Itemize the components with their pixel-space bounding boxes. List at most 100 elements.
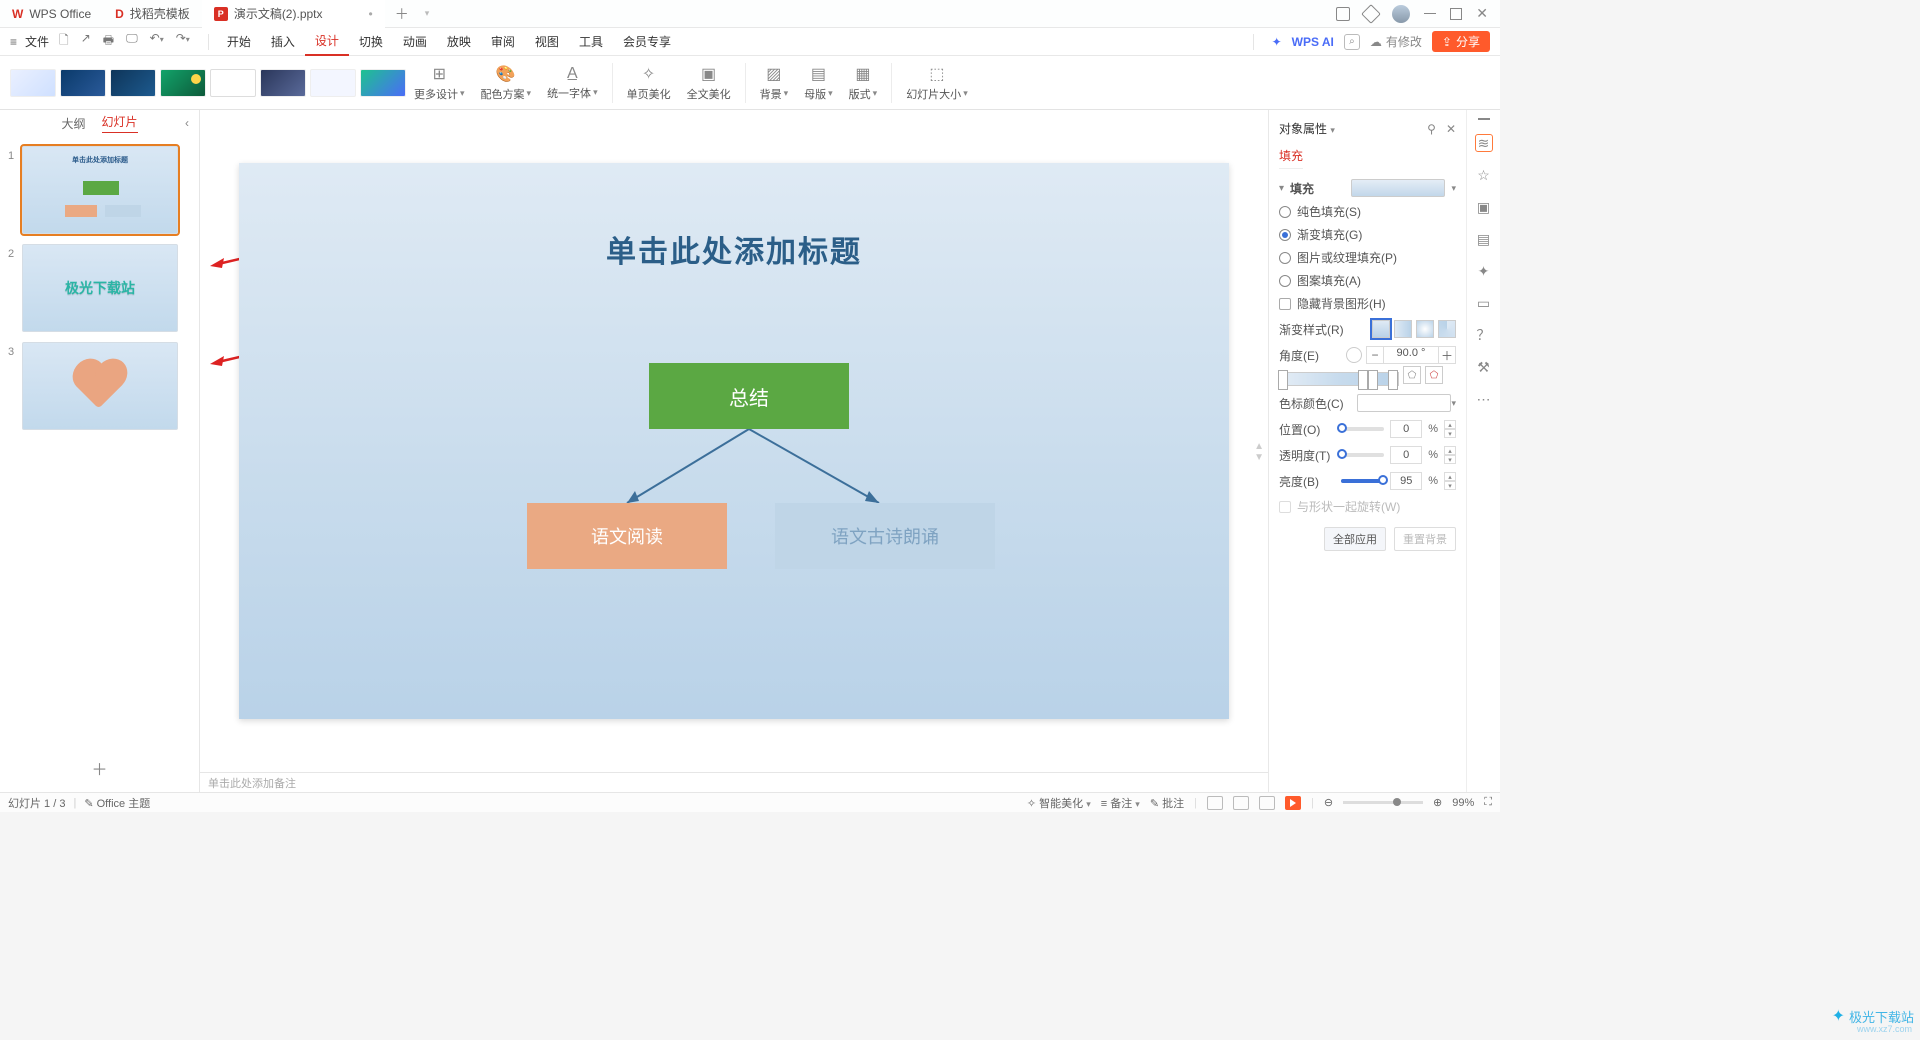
step-down[interactable]: ▾ bbox=[1444, 481, 1456, 490]
rail-magic-icon[interactable]: ✦ bbox=[1475, 262, 1493, 280]
smartart-child-box[interactable]: 语文古诗朗诵 bbox=[775, 503, 995, 569]
menu-member[interactable]: 会员专享 bbox=[613, 28, 681, 56]
menu-review[interactable]: 审阅 bbox=[481, 28, 525, 56]
print-preview-icon[interactable]: 🖵 bbox=[126, 31, 138, 52]
background-button[interactable]: ▨ 背景▾ bbox=[752, 64, 797, 102]
smartart-child-box[interactable]: 语文阅读 bbox=[527, 503, 727, 569]
slide-thumbnail-3[interactable] bbox=[22, 342, 178, 430]
decrement-button[interactable]: − bbox=[1366, 346, 1384, 364]
slide-thumb-row[interactable]: 3 bbox=[8, 342, 191, 430]
rail-tools-icon[interactable]: ⚒ bbox=[1475, 358, 1493, 376]
redo-icon[interactable]: ↷▾ bbox=[176, 31, 190, 52]
reading-view-icon[interactable] bbox=[1259, 796, 1275, 810]
tab-doker-templates[interactable]: D 找稻壳模板 bbox=[103, 0, 202, 28]
menu-tools[interactable]: 工具 bbox=[569, 28, 613, 56]
add-stop-icon[interactable]: ⬠ bbox=[1403, 366, 1421, 384]
sorter-view-icon[interactable] bbox=[1233, 796, 1249, 810]
theme-indicator[interactable]: ✎ Office 主题 bbox=[84, 795, 150, 811]
share-button[interactable]: ⇪ 分享 bbox=[1432, 31, 1490, 52]
collapse-icon[interactable]: ▾ bbox=[1279, 183, 1284, 194]
menu-slideshow[interactable]: 放映 bbox=[437, 28, 481, 56]
fill-preview-swatch[interactable] bbox=[1351, 179, 1445, 197]
brightness-value[interactable]: 95 bbox=[1390, 472, 1422, 490]
menu-design[interactable]: 设计 bbox=[305, 28, 349, 56]
comments-toggle[interactable]: ✎ 批注 bbox=[1150, 795, 1184, 811]
gradient-stop[interactable] bbox=[1278, 370, 1288, 390]
step-up[interactable]: ▴ bbox=[1444, 472, 1456, 481]
color-scheme-button[interactable]: 🎨 配色方案▾ bbox=[473, 64, 540, 102]
angle-input[interactable]: − 90.0 ° ＋ bbox=[1366, 346, 1456, 364]
gradient-linear-v[interactable] bbox=[1372, 320, 1390, 338]
slideshow-view-icon[interactable] bbox=[1285, 796, 1301, 810]
stop-color-swatch[interactable] bbox=[1357, 394, 1451, 412]
minimize-button[interactable] bbox=[1424, 13, 1436, 15]
template-thumb[interactable] bbox=[260, 69, 306, 97]
hamburger-icon[interactable]: ≡ bbox=[10, 35, 17, 49]
add-slide-button[interactable]: ＋ bbox=[0, 748, 199, 792]
gradient-linear-h[interactable] bbox=[1394, 320, 1412, 338]
fill-tab[interactable]: 填充 bbox=[1279, 147, 1303, 169]
fit-window-icon[interactable]: ⛶ bbox=[1484, 796, 1492, 809]
collapse-panel-icon[interactable]: ‹ bbox=[185, 116, 189, 130]
reset-background-button[interactable]: 重置背景 bbox=[1394, 527, 1456, 551]
step-down[interactable]: ▾ bbox=[1444, 455, 1456, 464]
radio-pattern-fill[interactable]: 图案填充(A) bbox=[1279, 272, 1456, 289]
notes-toggle[interactable]: ≡ 备注 ▾ bbox=[1101, 795, 1140, 811]
rail-assets-icon[interactable]: ▤ bbox=[1475, 230, 1493, 248]
undo-icon[interactable]: ↶▾ bbox=[150, 31, 164, 52]
gradient-stops-bar[interactable] bbox=[1279, 372, 1399, 386]
zoom-value[interactable]: 99% bbox=[1452, 797, 1474, 809]
tab-current-file[interactable]: P 演示文稿(2).pptx • bbox=[202, 0, 385, 28]
template-thumb[interactable] bbox=[310, 69, 356, 97]
new-tab-button[interactable]: ＋ bbox=[385, 4, 419, 24]
slide-thumb-row[interactable]: 1 单击此处添加标题 bbox=[8, 146, 191, 234]
tab-wps-home[interactable]: W WPS Office bbox=[0, 0, 103, 28]
remove-stop-icon[interactable]: ⬠ bbox=[1425, 366, 1443, 384]
close-button[interactable]: ✕ bbox=[1476, 5, 1488, 22]
slide-canvas[interactable]: 单击此处添加标题 总结 语文阅读 语文古诗朗诵 bbox=[239, 163, 1229, 719]
pin-icon[interactable]: ⚲ bbox=[1427, 122, 1436, 136]
unify-font-button[interactable]: A̲ 统一字体▾ bbox=[539, 65, 606, 101]
slide-thumbnail-1[interactable]: 单击此处添加标题 bbox=[22, 146, 178, 234]
angle-dial-icon[interactable] bbox=[1346, 347, 1362, 363]
normal-view-icon[interactable] bbox=[1207, 796, 1223, 810]
template-thumb[interactable] bbox=[160, 69, 206, 97]
brightness-slider[interactable] bbox=[1341, 479, 1384, 483]
tab-options-icon[interactable]: ▾ bbox=[425, 8, 430, 19]
gradient-rect[interactable] bbox=[1438, 320, 1456, 338]
template-thumb[interactable] bbox=[110, 69, 156, 97]
menu-insert[interactable]: 插入 bbox=[261, 28, 305, 56]
template-thumb[interactable] bbox=[210, 69, 256, 97]
gradient-stop[interactable] bbox=[1388, 370, 1398, 390]
layout-button[interactable]: ▦ 版式▾ bbox=[841, 64, 886, 102]
transparency-value[interactable]: 0 bbox=[1390, 446, 1422, 464]
slide-size-button[interactable]: ⬚ 幻灯片大小▾ bbox=[898, 64, 976, 102]
gradient-stop[interactable] bbox=[1368, 370, 1378, 390]
transparency-slider[interactable] bbox=[1341, 453, 1384, 457]
step-down[interactable]: ▾ bbox=[1444, 429, 1456, 438]
window-snap-icon[interactable] bbox=[1336, 7, 1350, 21]
gradient-stop[interactable] bbox=[1358, 370, 1368, 390]
template-thumb[interactable] bbox=[10, 69, 56, 97]
print-icon[interactable]: 🖶 bbox=[103, 31, 114, 52]
rail-star-icon[interactable]: ☆ bbox=[1475, 166, 1493, 184]
smartart-summary-box[interactable]: 总结 bbox=[649, 363, 849, 429]
increment-button[interactable]: ＋ bbox=[1438, 346, 1456, 364]
position-slider[interactable] bbox=[1341, 427, 1384, 431]
rail-settings-icon[interactable]: ≋ bbox=[1475, 134, 1493, 152]
app-box-icon[interactable] bbox=[1361, 4, 1381, 24]
menu-transition[interactable]: 切换 bbox=[349, 28, 393, 56]
step-up[interactable]: ▴ bbox=[1444, 420, 1456, 429]
zoom-in-button[interactable]: ⊕ bbox=[1433, 796, 1442, 809]
close-pane-icon[interactable]: ✕ bbox=[1446, 122, 1456, 136]
rail-collapse-icon[interactable] bbox=[1478, 118, 1490, 120]
rail-book-icon[interactable]: ▭ bbox=[1475, 294, 1493, 312]
radio-picture-fill[interactable]: 图片或纹理填充(P) bbox=[1279, 249, 1456, 266]
checkbox-hide-bg-shapes[interactable]: 隐藏背景图形(H) bbox=[1279, 295, 1456, 312]
notes-pane[interactable]: 单击此处添加备注 bbox=[200, 772, 1268, 792]
rail-layers-icon[interactable]: ▣ bbox=[1475, 198, 1493, 216]
smart-beautify-button[interactable]: ✧ 智能美化 ▾ bbox=[1027, 795, 1091, 811]
menu-view[interactable]: 视图 bbox=[525, 28, 569, 56]
rail-help-icon[interactable]: ？ bbox=[1475, 326, 1493, 344]
position-value[interactable]: 0 bbox=[1390, 420, 1422, 438]
